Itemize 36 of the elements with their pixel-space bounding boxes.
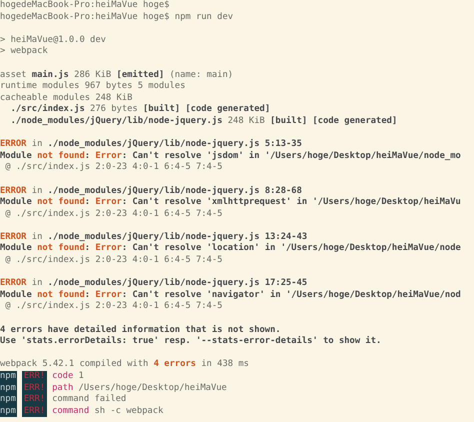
terminal-line: Use 'stats.errorDetails: true' resp. '--stats-error-details' to show it. bbox=[0, 336, 382, 348]
terminal-line: webpack 5.42.1 compiled with 4 errors in 438 ms bbox=[0, 359, 250, 371]
npm-label: npm bbox=[0, 382, 17, 394]
terminal-line: Module not found: Error: Can't resolve 'xmlhttprequest' in '/Users/hoge/Desktop/heiMaVu bbox=[0, 197, 462, 209]
error-tag: ERR! bbox=[22, 371, 48, 383]
terminal-line: command failed bbox=[52, 394, 126, 406]
npm-label: npm bbox=[0, 406, 17, 418]
terminal-line: > heiMaVue@1.0.0 dev bbox=[0, 34, 107, 46]
terminal-line: asset main.js 286 KiB [emitted] (name: main) bbox=[0, 70, 234, 81]
terminal-line: ./node_modules/jQuery/lib/node-jquery.js 248 KiB [built] [code generated] bbox=[10, 116, 398, 128]
error-tag: ERR! bbox=[22, 382, 48, 394]
error-tag: ERR! bbox=[22, 406, 48, 418]
terminal-line: 4 errors have detailed information that is not shown. bbox=[0, 324, 282, 336]
terminal-line: ERROR in ./node_modules/jQuery/lib/node-jquery.js 5:13-35 bbox=[0, 139, 303, 151]
terminal-line: Module not found: Error: Can't resolve 'navigator' in '/Users/hoge/Desktop/heiMaVue/nod bbox=[0, 290, 462, 301]
npm-label: npm bbox=[0, 371, 17, 383]
error-tag: ERR! bbox=[22, 394, 48, 406]
terminal-line: ERROR in ./node_modules/jQuery/lib/node-jquery.js 8:28-68 bbox=[0, 186, 303, 197]
terminal-line: @ ./src/index.js 2:0-23 4:0-1 6:4-5 7:4-5 bbox=[4, 208, 224, 220]
terminal-line: hogedeMacBook-Pro:heiMaVue hoge$ npm run dev bbox=[0, 12, 234, 24]
terminal-line: cacheable modules 248 KiB bbox=[0, 92, 134, 104]
npm-label: npm bbox=[0, 394, 17, 406]
terminal-line: path /Users/hoge/Desktop/heiMaVue bbox=[52, 382, 227, 394]
terminal-line: hogedeMacBook-Pro:heiMaVue hoge$ bbox=[0, 0, 170, 12]
terminal-line: @ ./src/index.js 2:0-23 4:0-1 6:4-5 7:4-5 bbox=[4, 162, 224, 174]
terminal-line: command sh -c webpack bbox=[52, 406, 164, 418]
terminal-line: code 1 bbox=[52, 371, 84, 383]
terminal-line: Module not found: Error: Can't resolve 'location' in '/Users/hoge/Desktop/heiMaVue/node bbox=[0, 243, 462, 255]
terminal-line: > webpack bbox=[0, 46, 49, 58]
terminal-line: ./src/index.js 276 bytes [built] [code generated] bbox=[10, 104, 272, 116]
terminal-line: ERROR in ./node_modules/jQuery/lib/node-jquery.js 17:25-45 bbox=[0, 278, 308, 290]
terminal-line: ERROR in ./node_modules/jQuery/lib/node-jquery.js 13:24-43 bbox=[0, 232, 308, 243]
terminal-line: @ ./src/index.js 2:0-23 4:0-1 6:4-5 7:4-5 bbox=[4, 255, 224, 267]
terminal-line: Module not found: Error: Can't resolve 'jsdom' in '/Users/hoge/Desktop/heiMaVue/node_mo bbox=[0, 150, 462, 162]
terminal-line: @ ./src/index.js 2:0-23 4:0-1 6:4-5 7:4-5 bbox=[4, 301, 224, 314]
terminal-line: runtime modules 967 bytes 5 modules bbox=[0, 81, 186, 93]
